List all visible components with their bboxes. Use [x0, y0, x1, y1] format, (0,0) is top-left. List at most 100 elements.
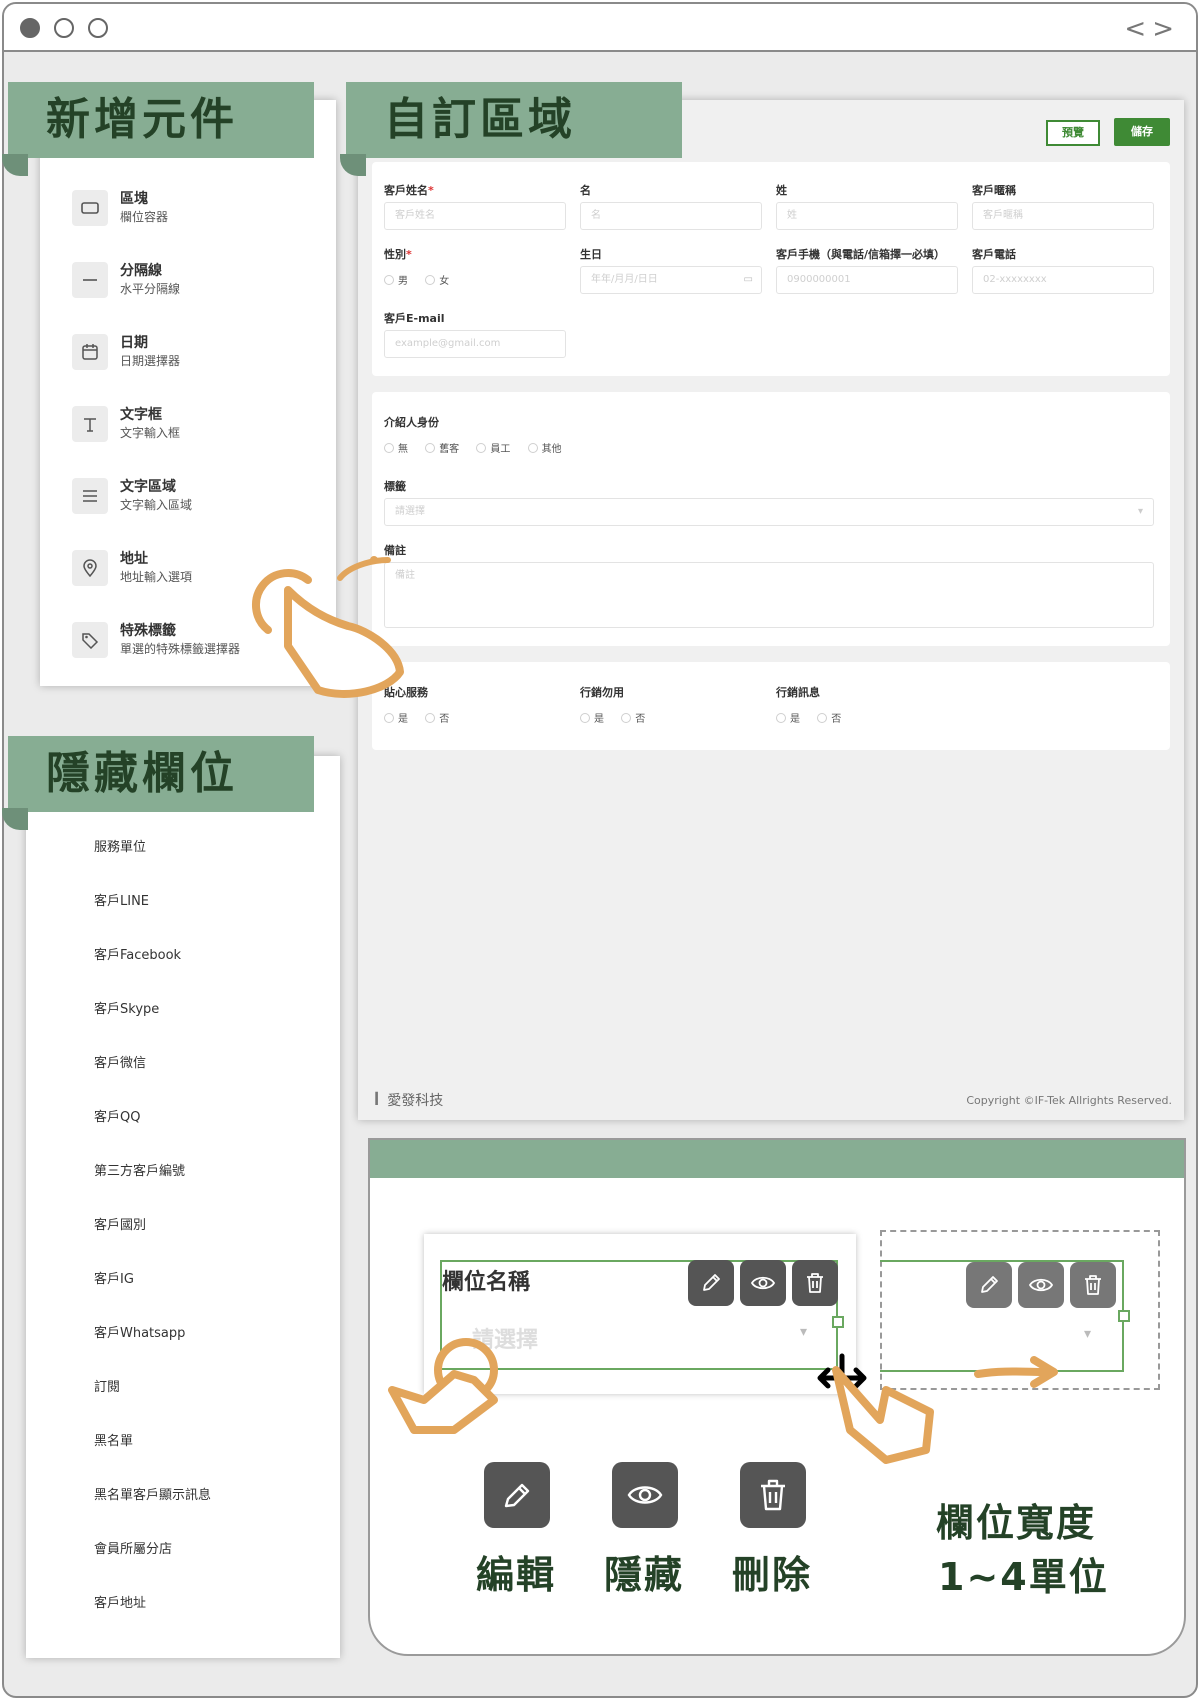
lines-icon [72, 478, 108, 514]
hidden-fields-title: 隱藏欄位 [46, 748, 238, 799]
tutorial-card: 欄位名稱 請選擇 ▾ ▾ 編輯 隱藏 刪除 欄位寬度 1~4單位 [368, 1138, 1186, 1656]
hidden-field-item[interactable]: 客戶國別 [94, 1214, 146, 1233]
window-maximize-dot[interactable] [88, 18, 108, 38]
component-title: 日期 [120, 335, 148, 351]
trash-icon-button[interactable] [1070, 1262, 1116, 1308]
preview-button[interactable]: 預覽 [1046, 120, 1100, 146]
width-caption-line2: 1~4單位 [938, 1555, 1109, 1599]
component-subtitle: 欄位容器 [120, 210, 169, 224]
birthday-label: 生日 [580, 248, 602, 261]
component-subtitle: 文字輸入框 [120, 426, 181, 440]
tutorial-header [370, 1140, 1184, 1178]
component-subtitle: 水平分隔線 [120, 282, 181, 296]
radio-icon[interactable] [384, 443, 394, 453]
hidden-field-item[interactable]: 服務單位 [94, 836, 146, 855]
hidden-field-item[interactable]: 黑名單客戶顯示訊息 [94, 1484, 211, 1503]
care-service-radio-group[interactable]: 是 否 [384, 710, 463, 725]
hidden-field-item[interactable]: 會員所屬分店 [94, 1538, 172, 1557]
gender-radio-group[interactable]: 男 女 [384, 272, 463, 287]
component-title: 地址 [120, 551, 148, 567]
component-subtitle: 文字輸入區域 [120, 498, 193, 512]
minus-icon [72, 262, 108, 298]
resize-handle[interactable] [1118, 1310, 1130, 1322]
radio-icon[interactable] [425, 713, 436, 723]
marketing-card: 貼心服務 是 否 行銷勿用 是 否 行銷訊息 是 否 [372, 662, 1170, 750]
phone-input[interactable]: 02-xxxxxxxx [972, 266, 1154, 294]
tag-icon [72, 622, 108, 658]
hidden-field-item[interactable]: 客戶QQ [94, 1106, 140, 1125]
birthday-input[interactable]: 年年/月月/日日 ▭ [580, 266, 762, 294]
footer-brand: ꟾ 愛發科技 [374, 1093, 444, 1109]
component-title: 分隔線 [120, 263, 162, 279]
last-name-input[interactable]: 姓 [776, 202, 958, 230]
forward-arrow-icon[interactable]: > [1152, 14, 1180, 44]
radio-icon[interactable] [621, 713, 632, 723]
referral-card: 介紹人身份 無 舊客 員工 其他 標籤 請選擇 ▾ 備註 備註 [372, 392, 1170, 646]
radio-icon[interactable] [425, 275, 436, 285]
resize-handle[interactable] [832, 1316, 844, 1328]
gender-label: 性別* [384, 248, 412, 261]
calendar-icon[interactable]: ▭ [744, 267, 753, 293]
hidden-field-item[interactable]: 客戶微信 [94, 1052, 146, 1071]
first-name-label: 名 [580, 184, 591, 197]
browser-titlebar: <> [4, 4, 1196, 52]
hidden-field-item[interactable]: 客戶地址 [94, 1592, 146, 1611]
name-label: 客戶姓名* [384, 184, 434, 197]
radio-icon[interactable] [580, 713, 590, 723]
note-textarea[interactable]: 備註 [384, 562, 1154, 628]
radio-icon[interactable] [527, 443, 538, 453]
window-minimize-dot[interactable] [54, 18, 74, 38]
hidden-field-item[interactable]: 客戶Whatsapp [94, 1322, 185, 1341]
tag-select[interactable]: 請選擇 ▾ [384, 498, 1154, 526]
window-close-dot[interactable] [20, 18, 40, 38]
nickname-input[interactable]: 客戶暱稱 [972, 202, 1154, 230]
chevron-down-icon: ▾ [1137, 506, 1143, 517]
eye-icon-button[interactable] [740, 1260, 786, 1306]
hidden-field-item[interactable]: 客戶LINE [94, 890, 149, 909]
radio-icon[interactable] [384, 275, 394, 285]
hidden-field-item[interactable]: 第三方客戶編號 [94, 1160, 185, 1179]
trash-icon-button[interactable] [792, 1260, 838, 1306]
edit-caption: 編輯 [476, 1553, 557, 1597]
referrer-radio-group[interactable]: 無 舊客 員工 其他 [384, 440, 576, 455]
custom-area-banner: 自訂區域 [340, 82, 682, 176]
radio-icon[interactable] [817, 713, 828, 723]
eye-icon-button[interactable] [1018, 1262, 1064, 1308]
add-components-title: 新增元件 [46, 94, 238, 145]
component-title: 區塊 [120, 191, 148, 207]
hidden-field-item[interactable]: 客戶Facebook [94, 944, 181, 963]
chevron-down-icon: ▾ [1084, 1326, 1092, 1342]
edit-icon-button[interactable] [966, 1262, 1012, 1308]
hidden-field-item[interactable]: 客戶Skype [94, 998, 159, 1017]
hidden-field-item[interactable]: 客戶IG [94, 1268, 134, 1287]
back-arrow-icon[interactable]: < [1124, 14, 1152, 44]
hidden-fields-panel: 服務單位 客戶LINE 客戶Facebook 客戶Skype 客戶微信 客戶QQ… [26, 756, 340, 1658]
component-title: 特殊標籤 [120, 623, 176, 639]
name-input[interactable]: 客戶姓名 [384, 202, 566, 230]
marketing-message-radio-group[interactable]: 是 否 [776, 710, 855, 725]
trash-icon-button-large [740, 1462, 806, 1528]
marketing-message-label: 行銷訊息 [776, 686, 820, 699]
radio-icon[interactable] [476, 443, 487, 453]
hidden-field-item[interactable]: 黑名單 [94, 1430, 133, 1449]
radio-icon[interactable] [384, 713, 394, 723]
mobile-input[interactable]: 0900000001 [776, 266, 958, 294]
email-input[interactable]: example@gmail.com [384, 330, 566, 358]
no-marketing-radio-group[interactable]: 是 否 [580, 710, 659, 725]
hide-caption: 隱藏 [604, 1553, 685, 1597]
save-button[interactable]: 儲存 [1114, 118, 1170, 146]
custom-area-title: 自訂區域 [384, 94, 576, 145]
basic-info-card: 客戶姓名* 客戶姓名 名 名 姓 姓 客戶暱稱 客戶暱稱 性別* 男 女 生日 … [372, 162, 1170, 376]
add-components-banner: 新增元件 [2, 82, 314, 176]
radio-icon[interactable] [776, 713, 786, 723]
edit-icon-button[interactable] [688, 1260, 734, 1306]
rectangle-icon [72, 190, 108, 226]
first-name-input[interactable]: 名 [580, 202, 762, 230]
hidden-field-item[interactable]: 訂閱 [94, 1376, 120, 1395]
brand-logo-icon: ꟾ [374, 1093, 380, 1109]
map-pin-icon [72, 550, 108, 586]
no-marketing-label: 行銷勿用 [580, 686, 624, 699]
email-label: 客戶E-mail [384, 312, 445, 325]
radio-icon[interactable] [425, 443, 436, 453]
chevron-down-icon: ▾ [800, 1324, 808, 1340]
